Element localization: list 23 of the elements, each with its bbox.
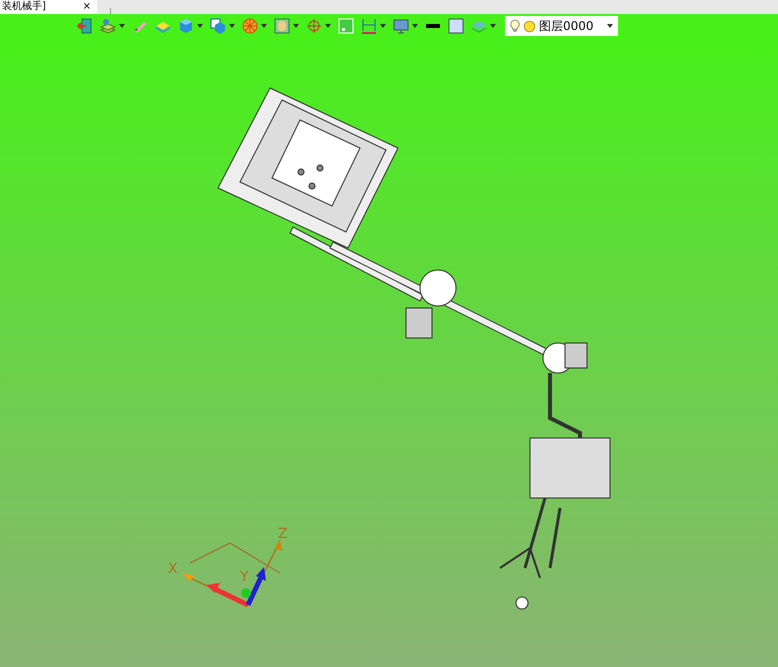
caret-icon[interactable] (380, 24, 386, 28)
view-icon[interactable] (210, 18, 226, 34)
layer-select[interactable]: 图层0000 (505, 16, 618, 36)
layer-name: 图层0000 (539, 18, 595, 34)
caret-icon[interactable] (412, 24, 418, 28)
caret-icon[interactable] (261, 24, 267, 28)
caret-icon[interactable] (197, 24, 203, 28)
document-tab[interactable]: 装机械手] × (0, 0, 97, 14)
fill-icon[interactable] (448, 18, 464, 34)
caret-icon[interactable] (119, 24, 125, 28)
axis-triad-drawing: X Y Z (160, 523, 300, 613)
dimension-icon[interactable] (361, 18, 377, 34)
caret-icon[interactable] (229, 24, 235, 28)
caret-icon[interactable] (325, 24, 331, 28)
caret-icon[interactable] (607, 24, 613, 28)
caret-icon[interactable] (490, 24, 496, 28)
sun-icon (523, 20, 536, 32)
frame-icon[interactable] (274, 18, 290, 34)
close-icon[interactable]: × (82, 1, 91, 13)
monitor-icon[interactable] (393, 18, 409, 34)
caret-icon[interactable] (293, 24, 299, 28)
exit-icon[interactable] (77, 18, 93, 34)
lightbulb-icon (510, 19, 520, 33)
